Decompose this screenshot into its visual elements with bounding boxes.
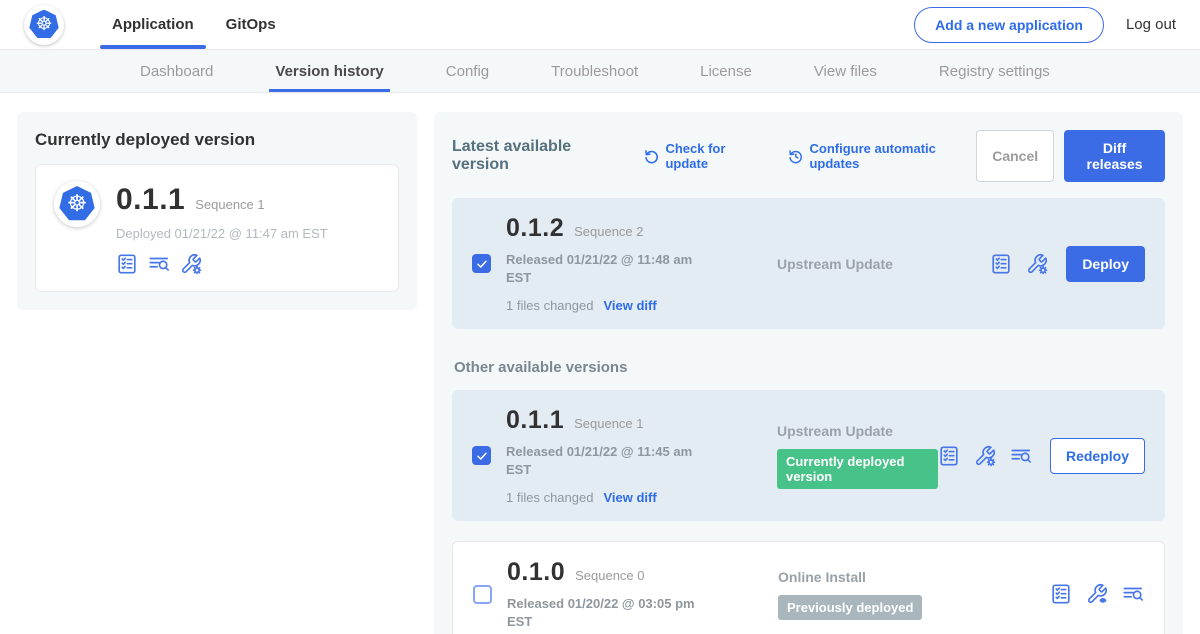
view-config-icon[interactable] <box>1086 583 1108 605</box>
version-checkbox[interactable] <box>472 254 491 273</box>
app-sub-nav: Dashboard Version history Config Trouble… <box>0 50 1200 93</box>
version-number: 0.1.0 <box>507 558 565 587</box>
top-nav: ☸ Application GitOps Add a new applicati… <box>0 0 1200 50</box>
version-source: Upstream Update <box>777 423 938 439</box>
deploy-button[interactable]: Deploy <box>1066 246 1145 282</box>
subnav-item-dashboard[interactable]: Dashboard <box>140 50 213 92</box>
files-changed: 1 files changed <box>506 490 593 505</box>
released-timestamp: Released 01/21/22 @ 11:48 am EST <box>506 251 706 286</box>
check-for-update-link[interactable]: Check for update <box>644 141 764 171</box>
view-diff-link[interactable]: View diff <box>603 298 656 313</box>
auto-update-clock-icon <box>788 148 804 165</box>
view-files-icon[interactable] <box>148 253 170 275</box>
release-notes-icon[interactable] <box>116 253 138 275</box>
logout-link[interactable]: Log out <box>1126 16 1176 33</box>
version-checkbox[interactable] <box>472 446 491 465</box>
version-sequence: Sequence 0 <box>575 568 644 583</box>
top-nav-right: Add a new application Log out <box>914 7 1176 43</box>
kubernetes-logo-icon: ☸ <box>24 5 64 45</box>
subnav-item-version-history[interactable]: Version history <box>275 50 383 92</box>
release-notes-icon[interactable] <box>1050 583 1072 605</box>
currently-deployed-panel: Currently deployed version ☸ 0.1.1 Seque… <box>17 112 417 310</box>
version-number: 0.1.2 <box>506 214 564 243</box>
deployed-version-number: 0.1.1 <box>116 183 185 217</box>
subnav-item-view-files[interactable]: View files <box>814 50 877 92</box>
release-notes-icon[interactable] <box>990 253 1012 275</box>
deployed-sequence: Sequence 1 <box>195 197 264 212</box>
subnav-item-troubleshoot[interactable]: Troubleshoot <box>551 50 638 92</box>
subnav-item-license[interactable]: License <box>700 50 752 92</box>
previously-deployed-badge: Previously deployed <box>778 595 922 620</box>
released-timestamp: Released 01/21/22 @ 11:45 am EST <box>506 443 706 478</box>
version-source: Online Install <box>778 569 1050 585</box>
version-number: 0.1.1 <box>506 406 564 435</box>
latest-version-title: Latest available version <box>452 138 620 174</box>
add-application-button[interactable]: Add a new application <box>914 7 1104 43</box>
deployed-version-card: ☸ 0.1.1 Sequence 1 Deployed 01/21/22 @ 1… <box>35 164 399 292</box>
kubernetes-heptagon-icon: ☸ <box>29 10 59 40</box>
view-files-icon[interactable] <box>1122 583 1144 605</box>
other-versions-title: Other available versions <box>454 359 1165 376</box>
refresh-icon <box>644 148 660 165</box>
edit-config-icon[interactable] <box>974 445 996 467</box>
admin-console: ☸ Application GitOps Add a new applicati… <box>0 0 1200 634</box>
version-row-0-1-1: 0.1.1 Sequence 1 Released 01/21/22 @ 11:… <box>452 390 1165 521</box>
version-sequence: Sequence 1 <box>574 416 643 431</box>
redeploy-button[interactable]: Redeploy <box>1050 438 1145 474</box>
app-logo-icon: ☸ <box>54 181 100 227</box>
top-nav-tabs: Application GitOps <box>96 0 292 49</box>
tab-gitops[interactable]: GitOps <box>210 0 292 49</box>
subnav-item-config[interactable]: Config <box>446 50 489 92</box>
released-timestamp: Released 01/20/22 @ 03:05 pm EST <box>507 595 707 630</box>
files-changed: 1 files changed <box>506 298 593 313</box>
view-diff-link[interactable]: View diff <box>603 490 656 505</box>
cancel-button[interactable]: Cancel <box>976 130 1054 182</box>
subnav-item-registry-settings[interactable]: Registry settings <box>939 50 1050 92</box>
configure-automatic-updates-link[interactable]: Configure automatic updates <box>788 141 976 171</box>
latest-version-header: Latest available version Check for updat… <box>452 130 1165 182</box>
currently-deployed-badge: Currently deployed version <box>777 449 938 489</box>
version-row-0-1-0: 0.1.0 Sequence 0 Released 01/20/22 @ 03:… <box>452 541 1165 634</box>
version-source: Upstream Update <box>777 256 990 272</box>
main-content: Currently deployed version ☸ 0.1.1 Seque… <box>0 93 1200 634</box>
diff-releases-button[interactable]: Diff releases <box>1064 130 1165 182</box>
release-notes-icon[interactable] <box>938 445 960 467</box>
currently-deployed-title: Currently deployed version <box>35 130 399 150</box>
edit-config-icon[interactable] <box>1026 253 1048 275</box>
latest-version-panel: Latest available version Check for updat… <box>434 112 1183 634</box>
version-checkbox[interactable] <box>473 585 492 604</box>
version-sequence: Sequence 2 <box>574 224 643 239</box>
deployed-timestamp: Deployed 01/21/22 @ 11:47 am EST <box>116 226 328 241</box>
view-files-icon[interactable] <box>1010 445 1032 467</box>
kubernetes-heptagon-icon: ☸ <box>59 186 95 222</box>
edit-config-icon[interactable] <box>180 253 202 275</box>
tab-application[interactable]: Application <box>96 0 210 49</box>
version-row-0-1-2: 0.1.2 Sequence 2 Released 01/21/22 @ 11:… <box>452 198 1165 329</box>
